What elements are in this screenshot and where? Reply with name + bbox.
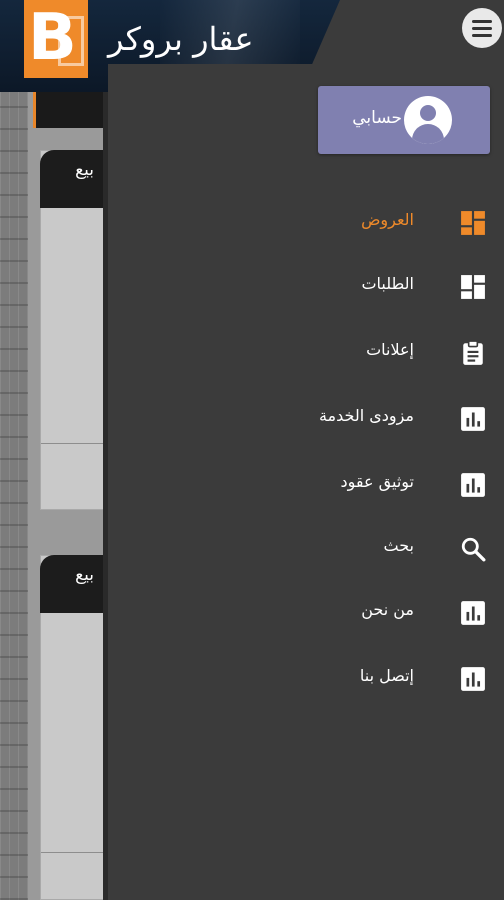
nav-item-about-us[interactable]: من نحن [108, 588, 504, 640]
search-icon [461, 537, 486, 562]
background-page: بيع بيع [0, 0, 108, 900]
dashboard-icon [461, 275, 485, 299]
bar-chart-icon [461, 407, 485, 431]
nav-item-label: العروض [361, 210, 414, 229]
logo-letter: B [28, 1, 77, 75]
bar-chart-icon [461, 667, 485, 691]
bar-chart-icon [461, 601, 485, 625]
listing-type-tab: بيع [40, 555, 104, 613]
nav-item-label: مزودى الخدمة [318, 406, 414, 425]
nav-item-label: توثيق عقود [340, 472, 414, 491]
account-circle-icon [404, 96, 452, 144]
hamburger-icon [472, 19, 492, 23]
account-button[interactable]: حسابي [318, 86, 490, 154]
nav-item-label: بحث [383, 536, 415, 555]
nav-item-label: من نحن [361, 600, 414, 619]
nav-item-requests[interactable]: الطلبات [108, 262, 504, 314]
clipboard-icon [463, 340, 483, 365]
nav-item-search[interactable]: بحث [108, 524, 504, 576]
menu-button[interactable] [462, 8, 502, 48]
nav-item-contact-us[interactable]: إتصل بنا [108, 654, 504, 706]
nav-item-offers[interactable]: العروض [108, 198, 504, 250]
nav-item-label: إتصل بنا [359, 666, 414, 685]
nav-item-service-providers[interactable]: مزودى الخدمة [108, 394, 504, 446]
bar-chart-icon [461, 473, 485, 497]
listing-type-tab: بيع [40, 150, 104, 208]
nav-item-contract-documentation[interactable]: توثيق عقود [108, 460, 504, 512]
nav-item-ads[interactable]: إعلانات [108, 328, 504, 380]
dashboard-icon [461, 211, 485, 235]
navigation-drawer: حسابي العروض الطلبات إعلانات مزودى الخدم… [108, 64, 504, 900]
app-title: عقار بروكر [108, 20, 254, 58]
brick-wall-texture [0, 0, 28, 900]
nav-item-label: إعلانات [366, 340, 414, 359]
account-label: حسابي [352, 108, 402, 128]
nav-item-label: الطلبات [361, 274, 414, 293]
